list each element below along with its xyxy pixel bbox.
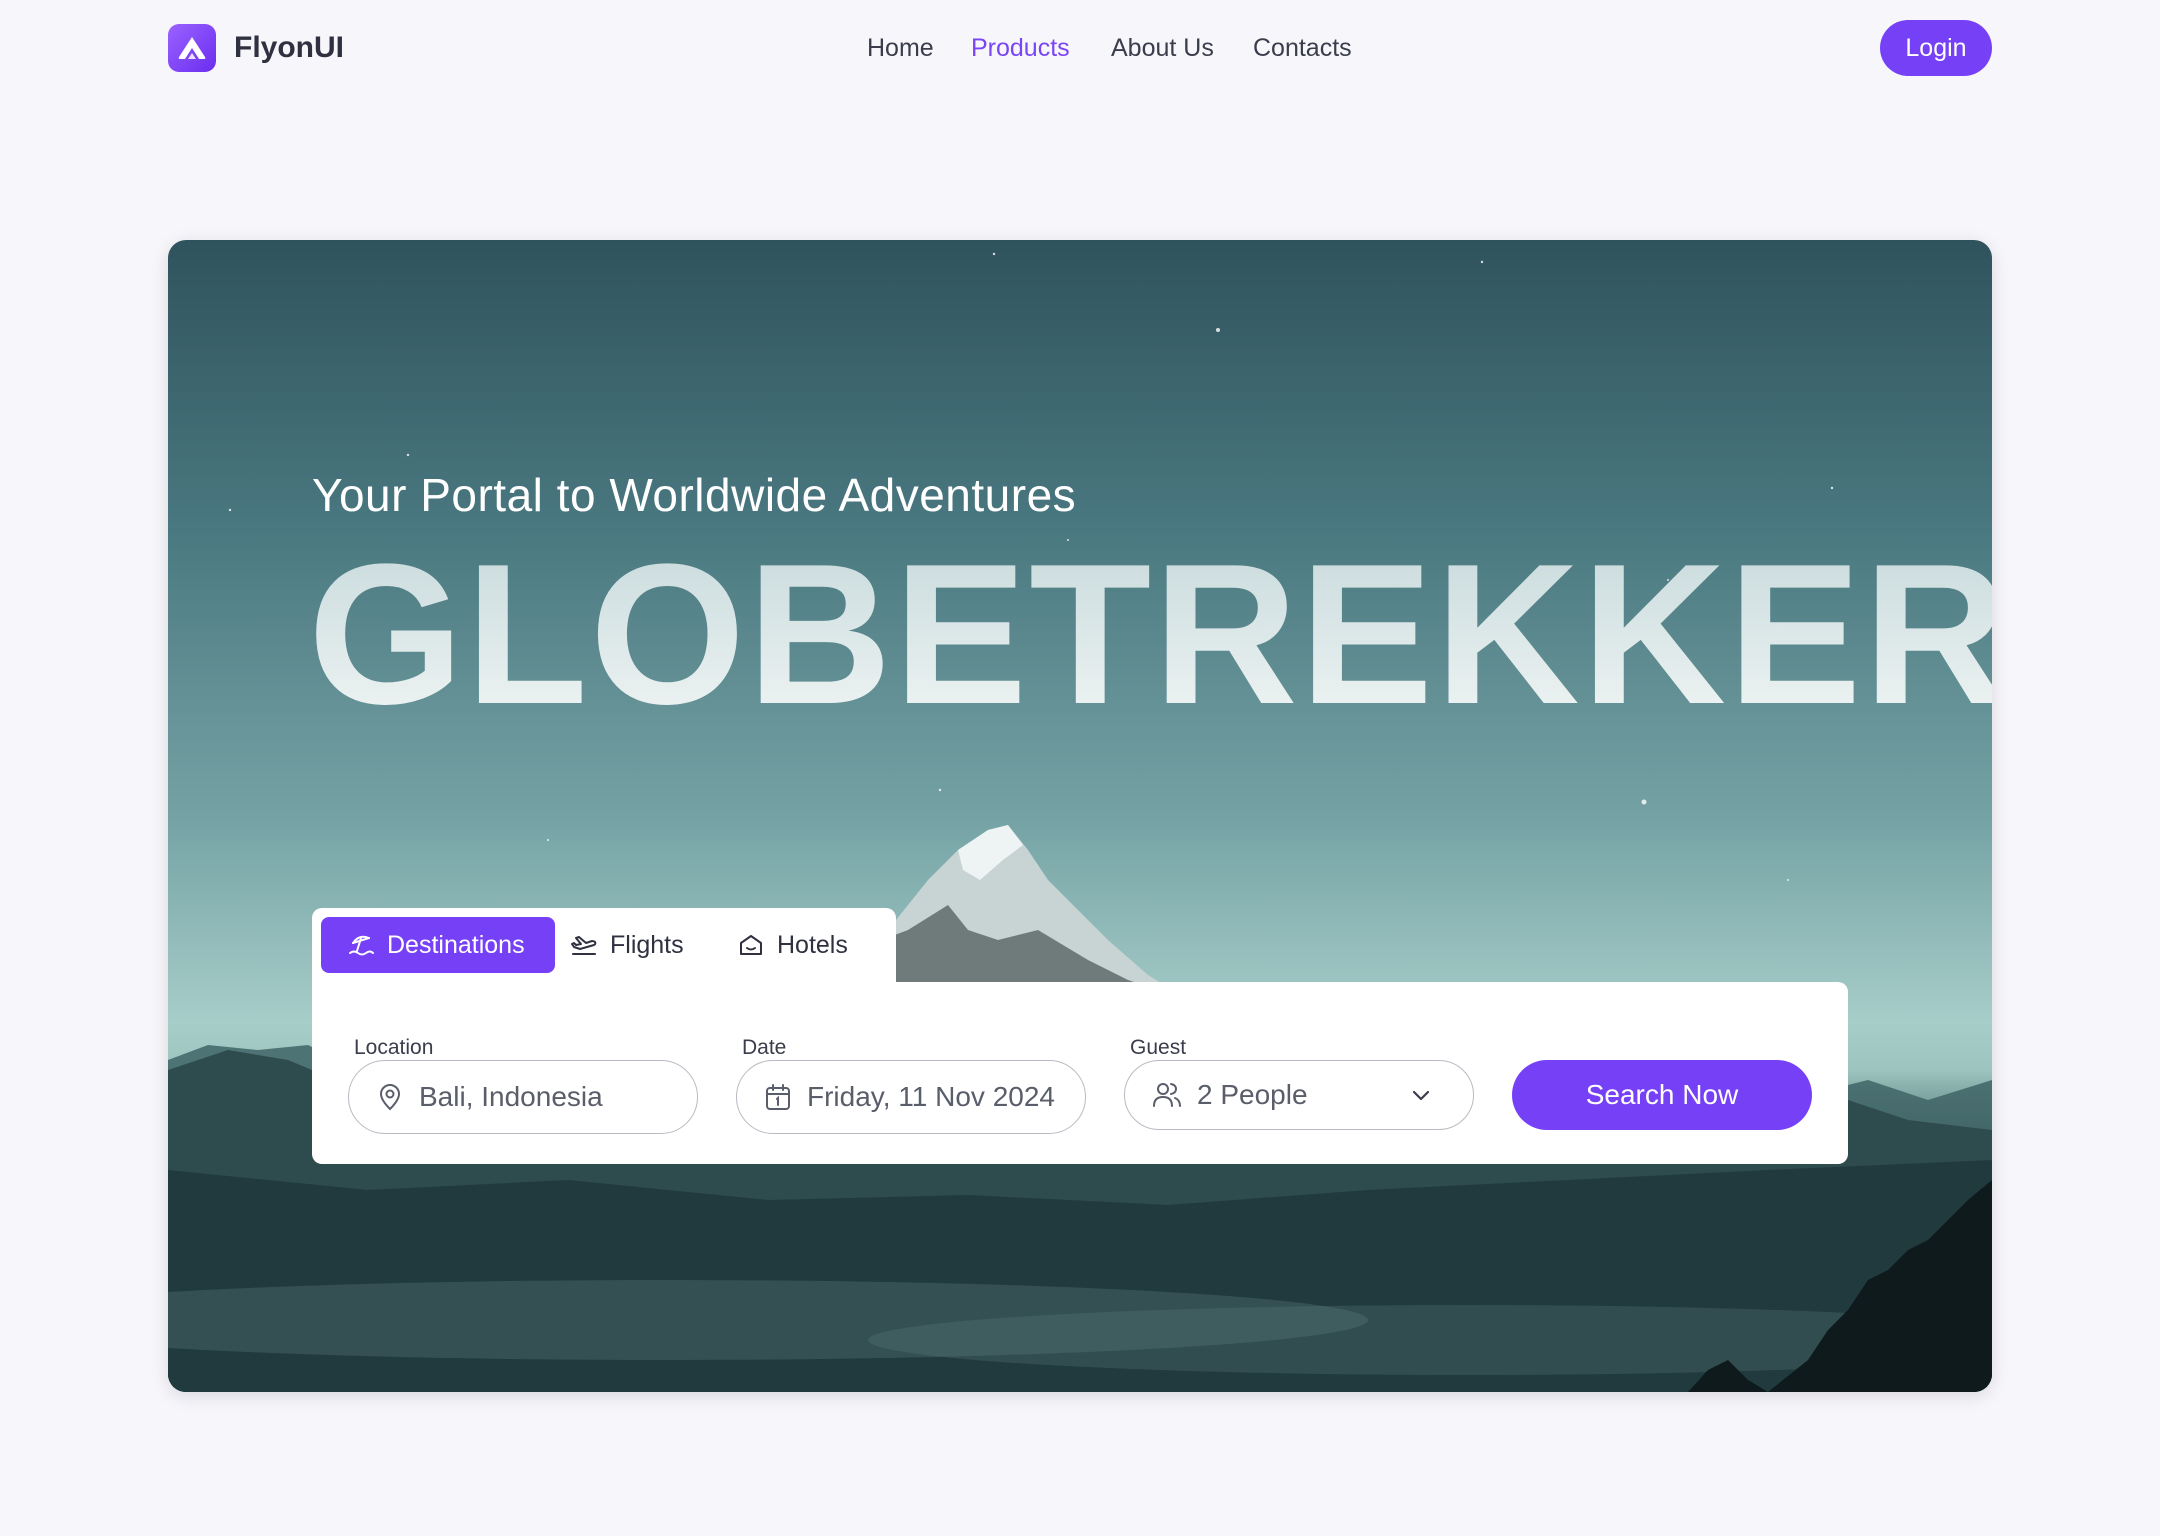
date-field[interactable]: Friday, 11 Nov 2024 bbox=[736, 1060, 1086, 1134]
nav-link-home[interactable]: Home bbox=[867, 28, 934, 68]
tab-hotels[interactable]: Hotels bbox=[737, 917, 877, 973]
login-button[interactable]: Login bbox=[1880, 20, 1992, 76]
hero-subtitle: Your Portal to Worldwide Adventures bbox=[312, 469, 1077, 521]
hero-headline: GLOBETREKKER bbox=[308, 525, 1992, 745]
date-label: Date bbox=[742, 1036, 787, 1059]
location-field[interactable]: Bali, Indonesia bbox=[348, 1060, 698, 1134]
date-value: Friday, 11 Nov 2024 bbox=[807, 1081, 1055, 1112]
location-value: Bali, Indonesia bbox=[419, 1081, 603, 1112]
guest-select[interactable]: 2 People bbox=[1124, 1060, 1474, 1130]
beach-umbrella-icon bbox=[349, 935, 374, 956]
plane-icon bbox=[571, 936, 597, 955]
search-form-card: Location Bali, Indonesia Date Friday, 11… bbox=[312, 982, 1848, 1164]
users-icon bbox=[1153, 1083, 1181, 1107]
nav-menu: Home Products About Us Contacts bbox=[0, 28, 2160, 68]
tab-destinations[interactable]: Destinations bbox=[321, 917, 555, 973]
guest-value: 2 People bbox=[1197, 1079, 1308, 1110]
top-navbar: FlyonUI Home Products About Us Contacts … bbox=[0, 0, 2160, 96]
nav-link-contacts[interactable]: Contacts bbox=[1253, 28, 1352, 68]
calendar-icon bbox=[766, 1084, 790, 1110]
nav-link-about-us[interactable]: About Us bbox=[1111, 28, 1214, 68]
tab-label-hotels: Hotels bbox=[777, 930, 848, 959]
search-now-button[interactable]: Search Now bbox=[1512, 1060, 1812, 1130]
hero-banner: Your Portal to Worldwide Adventures GLOB… bbox=[168, 240, 1992, 1392]
tab-flights[interactable]: Flights bbox=[570, 917, 710, 973]
mountain-landscape-image bbox=[168, 252, 1992, 1392]
nav-link-products[interactable]: Products bbox=[971, 28, 1070, 68]
guest-label: Guest bbox=[1130, 1036, 1187, 1059]
tab-label-destinations: Destinations bbox=[387, 930, 525, 959]
tab-label-flights: Flights bbox=[610, 930, 684, 959]
chevron-down-icon bbox=[1412, 1090, 1430, 1101]
home-icon bbox=[740, 935, 762, 955]
map-pin-icon bbox=[379, 1084, 401, 1111]
location-label: Location bbox=[354, 1036, 434, 1059]
search-tabs: Destinations Flights Hotels bbox=[312, 908, 896, 991]
